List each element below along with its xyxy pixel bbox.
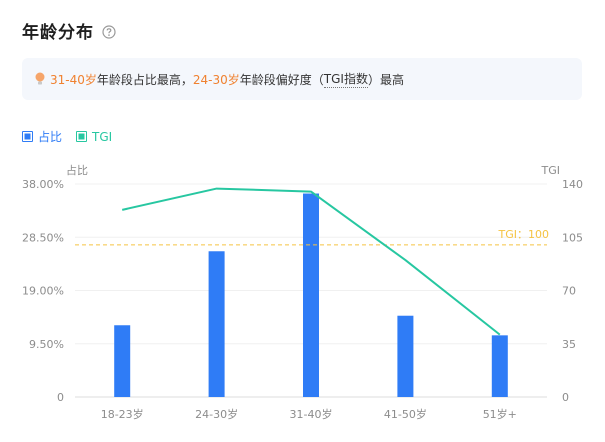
right-tick-label: 0 [562,391,569,404]
right-axis-title: TGI [541,164,561,177]
age-distribution-card: 年龄分布 31-40岁 年龄段占比最高， 24-30岁 年龄段偏好度（ TGI指… [0,0,605,442]
right-tick-label: 35 [562,338,576,351]
right-tick-label: 70 [562,285,576,298]
left-axis-title: 占比 [66,163,88,177]
x-tick-label: 24-30岁 [195,407,238,421]
x-tick-label: 31-40岁 [290,407,333,421]
tgi-reference-label: TGI：100 [498,228,549,241]
combo-chart: 占比 TGI 0 0 9.50% 35 19.00% 70 28.50% 105 38.00% 140… [22,163,583,421]
left-tick-label: 19.00% [22,285,64,298]
right-tick-label: 140 [562,178,583,191]
left-tick-label: 28.50% [22,231,64,244]
left-tick-label: 38.00% [22,178,64,191]
left-tick-label: 0 [57,391,64,404]
bar-5 [491,335,508,397]
x-tick-label: 18-23岁 [101,407,144,421]
bar-3 [303,193,319,397]
bar-2 [208,251,225,397]
x-tick-label: 51岁+ [483,407,517,421]
bar-4 [397,315,414,397]
right-tick-label: 105 [562,231,583,244]
left-tick-label: 9.50% [29,338,64,351]
bar-1 [114,325,131,397]
x-tick-label: 41-50岁 [384,407,427,421]
